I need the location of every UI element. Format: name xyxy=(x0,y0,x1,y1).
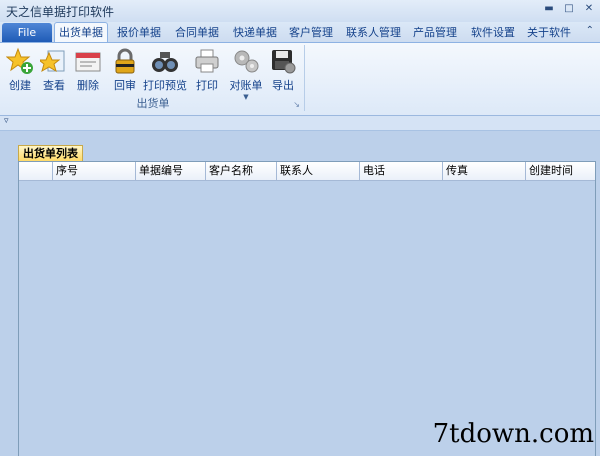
minimize-icon[interactable]: ▬ xyxy=(542,2,556,16)
tab-contract[interactable]: 合同单据 xyxy=(171,23,223,42)
group-launcher-icon[interactable]: ↘ xyxy=(293,100,300,109)
column-header-customer[interactable]: 客户名称 xyxy=(206,162,277,180)
row-selector-header[interactable] xyxy=(19,162,53,180)
print-button[interactable]: 打印 xyxy=(192,47,222,93)
view-button[interactable]: 查看 xyxy=(38,47,70,93)
printer-icon xyxy=(195,49,219,73)
tab-customers[interactable]: 客户管理 xyxy=(285,23,337,42)
column-header-fax[interactable]: 传真 xyxy=(443,162,526,180)
delete-label: 删除 xyxy=(77,79,99,92)
tab-quote[interactable]: 报价单据 xyxy=(113,23,165,42)
ribbon-group-label: 出货单 xyxy=(136,97,170,110)
title-bar: 天之信单据打印软件 ▬ □ ✕ xyxy=(0,0,600,22)
window-controls: ▬ □ ✕ xyxy=(542,2,596,16)
shipping-list-grid: 序号 单据编号 客户名称 联系人 电话 传真 创建时间 xyxy=(18,161,596,456)
file-button[interactable]: File xyxy=(2,23,52,42)
binoculars-icon xyxy=(152,52,178,72)
tab-settings[interactable]: 软件设置 xyxy=(467,23,519,42)
view-label: 查看 xyxy=(43,79,65,92)
grid-header: 序号 单据编号 客户名称 联系人 电话 传真 创建时间 xyxy=(19,162,595,181)
print-preview-button[interactable]: 打印预览 xyxy=(142,47,188,93)
ribbon-panel: 创建 查看 删除 回审 打印预览 打印 对账单 ▼ 导出 出货单 ↘ xyxy=(0,42,600,116)
view-star-icon xyxy=(40,50,65,73)
watermark-text: 7tdown.com xyxy=(432,419,594,449)
quick-access-bar: ▿ xyxy=(0,116,600,131)
gears-icon xyxy=(234,50,259,73)
star-add-icon xyxy=(6,47,33,74)
export-button[interactable]: 导出 xyxy=(268,47,298,93)
delete-button[interactable]: 删除 xyxy=(72,47,104,93)
print-preview-label: 打印预览 xyxy=(143,79,187,92)
ribbon-tabs: File 出货单据 报价单据 合同单据 快递单据 客户管理 联系人管理 产品管理… xyxy=(0,22,600,43)
delete-icon xyxy=(75,52,101,72)
column-header-phone[interactable]: 电话 xyxy=(360,162,443,180)
lock-icon xyxy=(115,48,135,74)
create-label: 创建 xyxy=(9,79,31,92)
column-header-created[interactable]: 创建时间 xyxy=(526,162,595,180)
quick-access-dropdown-icon[interactable]: ▿ xyxy=(4,116,9,126)
window-title: 天之信单据打印软件 xyxy=(6,5,115,19)
export-label: 导出 xyxy=(272,79,294,92)
tab-contacts[interactable]: 联系人管理 xyxy=(342,23,405,42)
tab-shipping[interactable]: 出货单据 xyxy=(54,22,108,43)
column-header-contact[interactable]: 联系人 xyxy=(277,162,360,180)
create-button[interactable]: 创建 xyxy=(4,47,36,93)
review-label: 回审 xyxy=(114,79,136,92)
tab-about[interactable]: 关于软件 xyxy=(523,23,575,42)
save-disk-icon xyxy=(272,50,296,74)
ribbon-group-shipping: 创建 查看 删除 回审 打印预览 打印 对账单 ▼ 导出 出货单 ↘ xyxy=(2,45,305,111)
doc-tab-shipping-list[interactable]: 出货单列表 xyxy=(18,145,83,162)
tab-express[interactable]: 快递单据 xyxy=(229,23,281,42)
tab-products[interactable]: 产品管理 xyxy=(409,23,461,42)
review-button[interactable]: 回审 xyxy=(110,47,140,93)
column-header-index[interactable]: 序号 xyxy=(53,162,136,180)
statement-button[interactable]: 对账单 ▼ xyxy=(228,47,264,101)
collapse-ribbon-icon[interactable]: ⌃ xyxy=(586,25,594,36)
statement-label: 对账单 xyxy=(229,79,263,92)
print-label: 打印 xyxy=(196,79,218,92)
close-icon[interactable]: ✕ xyxy=(582,2,596,16)
column-header-doc-number[interactable]: 单据编号 xyxy=(136,162,206,180)
maximize-icon[interactable]: □ xyxy=(562,2,576,16)
